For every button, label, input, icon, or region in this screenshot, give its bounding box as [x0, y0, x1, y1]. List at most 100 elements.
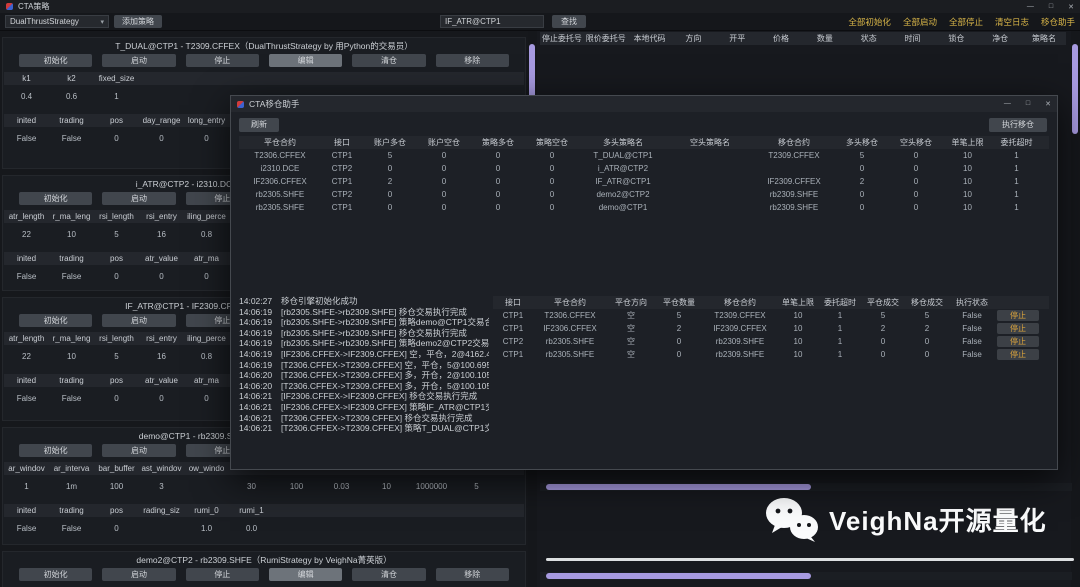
log-time: 14:06:21 — [239, 401, 273, 412]
exec-table-cell: 10 — [793, 350, 803, 359]
order-column-header[interactable]: 数量 — [803, 32, 847, 45]
param-value-cell: 0.4 — [20, 92, 33, 101]
exec-column-header[interactable]: 平仓合约 — [533, 296, 607, 309]
init-column-header[interactable]: 接口 — [321, 136, 363, 149]
strategy-init-button[interactable]: 初始化 — [19, 192, 93, 205]
exec-column-header[interactable]: 平仓方向 — [607, 296, 655, 309]
log-text: 移仓引擎初始化成功 — [281, 296, 358, 306]
param-header-row: k1 k2 fixed_size — [4, 72, 524, 85]
exec-column-header[interactable]: 移仓合约 — [703, 296, 777, 309]
dialog-minimize-icon[interactable]: — — [1004, 100, 1011, 108]
init-column-header[interactable]: 平仓合约 — [239, 136, 321, 149]
find-button[interactable]: 查找 — [552, 15, 586, 28]
order-column-header[interactable]: 策略名 — [1022, 32, 1066, 45]
exec-table-cell: False — [962, 350, 982, 359]
init-column-header[interactable]: 账户多仓 — [363, 136, 417, 149]
strategy-remove-button[interactable]: 移除 — [435, 54, 509, 67]
exec-column-header[interactable]: 平仓数量 — [655, 296, 703, 309]
log-time: 14:06:19 — [239, 338, 273, 349]
order-column-header[interactable]: 净仓 — [978, 32, 1022, 45]
variable-header-cell: trading — [59, 116, 84, 125]
execute-roll-button[interactable]: 执行移仓 — [989, 118, 1047, 132]
exec-column-header[interactable]: 平仓成交 — [861, 296, 905, 309]
init-column-header[interactable]: 多头策略名 — [579, 136, 667, 149]
init-column-header[interactable]: 策略空仓 — [525, 136, 579, 149]
init-table-cell: i_ATR@CTP2 — [597, 164, 649, 173]
close-icon[interactable]: ✕ — [1068, 3, 1074, 11]
dialog-maximize-icon[interactable]: □ — [1026, 100, 1030, 108]
maximize-icon[interactable]: □ — [1049, 3, 1053, 11]
toolbar-action-4[interactable]: 清空日志 — [995, 16, 1029, 28]
order-column-header[interactable]: 本地代码 — [628, 32, 672, 45]
strategy-stop-button[interactable]: 停止 — [185, 568, 259, 581]
add-strategy-button[interactable]: 添加策略 — [114, 15, 162, 28]
toolbar-action-3[interactable]: 全部停止 — [949, 16, 983, 28]
exec-column-header[interactable]: 委托超时 — [819, 296, 861, 309]
strategy-init-button[interactable]: 初始化 — [19, 568, 93, 581]
init-column-header[interactable]: 空头移仓 — [889, 136, 943, 149]
log-time: 14:06:20 — [239, 380, 273, 391]
row-stop-button[interactable]: 停止 — [997, 336, 1039, 347]
strategy-init-button[interactable]: 初始化 — [19, 444, 93, 457]
log-entry: 14:06:20 [T2306.CFFEX->T2309.CFFEX] 多，开仓，… — [239, 370, 489, 381]
strategy-edit-button[interactable]: 编辑 — [268, 568, 343, 581]
strategy-init-button[interactable]: 初始化 — [19, 54, 93, 67]
toolbar-action-2[interactable]: 全部启动 — [903, 16, 937, 28]
variable-value-cell — [139, 522, 184, 535]
row-stop-button[interactable]: 停止 — [997, 323, 1039, 334]
log-text: [IF2306.CFFEX->IF2309.CFFEX] 策略IF_ATR@CT… — [281, 401, 489, 412]
variable-header-cell: atr_value — [145, 254, 178, 263]
toolbar-action-5[interactable]: 移仓助手 — [1041, 16, 1075, 28]
strategy-start-button[interactable]: 启动 — [102, 54, 176, 67]
strategy-init-button[interactable]: 初始化 — [19, 314, 93, 327]
init-table-row: T2306.CFFEX CTP1 5 0 0 0 T_DUAL@CTP1 T2309.CFFE… — [239, 149, 1049, 162]
order-column-header[interactable]: 价格 — [759, 32, 803, 45]
exec-column-header[interactable]: 移仓成交 — [905, 296, 949, 309]
exec-column-header[interactable]: 接口 — [493, 296, 533, 309]
order-column-header[interactable]: 限价委托号 — [584, 32, 628, 45]
minimize-icon[interactable]: — — [1027, 3, 1034, 11]
param-value-cell: 1m — [65, 482, 78, 491]
strategy-start-button[interactable]: 启动 — [102, 444, 176, 457]
order-column-header[interactable]: 停止委托号 — [540, 32, 584, 45]
window-titlebar[interactable]: CTA策略 — □ ✕ — [0, 0, 1080, 13]
strategy-clear-button[interactable]: 清仓 — [352, 568, 426, 581]
exec-column-header[interactable]: 执行状态 — [949, 296, 995, 309]
strategy-start-button[interactable]: 启动 — [102, 568, 176, 581]
order-column-header[interactable]: 锁仓 — [934, 32, 978, 45]
strategy-remove-button[interactable]: 移除 — [435, 568, 509, 581]
variable-header-cell: inited — [16, 376, 37, 385]
toolbar-action-1[interactable]: 全部初始化 — [848, 16, 891, 28]
dialog-titlebar[interactable]: CTA移仓助手 — □ ✕ — [231, 96, 1057, 112]
row-stop-button[interactable]: 停止 — [997, 310, 1039, 321]
strategy-search-input[interactable] — [440, 15, 544, 28]
init-column-header[interactable]: 账户空仓 — [417, 136, 471, 149]
order-column-header[interactable]: 时间 — [891, 32, 935, 45]
dialog-close-icon[interactable]: ✕ — [1045, 100, 1051, 108]
exec-column-header[interactable]: 单笔上限 — [777, 296, 819, 309]
init-column-header[interactable]: 空头策略名 — [667, 136, 753, 149]
init-column-header[interactable]: 移仓合约 — [753, 136, 835, 149]
strategy-edit-button[interactable]: 编辑 — [268, 54, 343, 67]
init-column-header[interactable]: 委托超时 — [992, 136, 1041, 149]
init-column-header[interactable]: 多头移仓 — [835, 136, 889, 149]
order-column-header[interactable]: 状态 — [847, 32, 891, 45]
init-column-header[interactable]: 单笔上限 — [943, 136, 992, 149]
bottom-hscrollbar-thumb[interactable] — [546, 573, 811, 579]
strategy-start-button[interactable]: 启动 — [102, 192, 176, 205]
order-column-header[interactable]: 方向 — [671, 32, 715, 45]
exec-table-cell: rb2305.SHFE — [545, 337, 595, 346]
order-table-hscrollbar-thumb[interactable] — [546, 484, 811, 490]
param-value-cell: 22 — [22, 352, 31, 361]
strategy-class-select[interactable]: DualThrustStrategy ▾ — [5, 15, 109, 28]
refresh-button[interactable]: 刷新 — [239, 118, 279, 132]
right-panel-scrollbar-thumb[interactable] — [1072, 44, 1078, 134]
row-stop-button[interactable]: 停止 — [997, 349, 1039, 360]
order-column-header[interactable]: 开平 — [715, 32, 759, 45]
init-table-cell: i2310.DCE — [260, 164, 300, 173]
init-table-cell: 0 — [387, 203, 393, 212]
strategy-clear-button[interactable]: 清仓 — [352, 54, 426, 67]
init-column-header[interactable]: 策略多仓 — [471, 136, 525, 149]
strategy-start-button[interactable]: 启动 — [102, 314, 176, 327]
strategy-stop-button[interactable]: 停止 — [185, 54, 259, 67]
